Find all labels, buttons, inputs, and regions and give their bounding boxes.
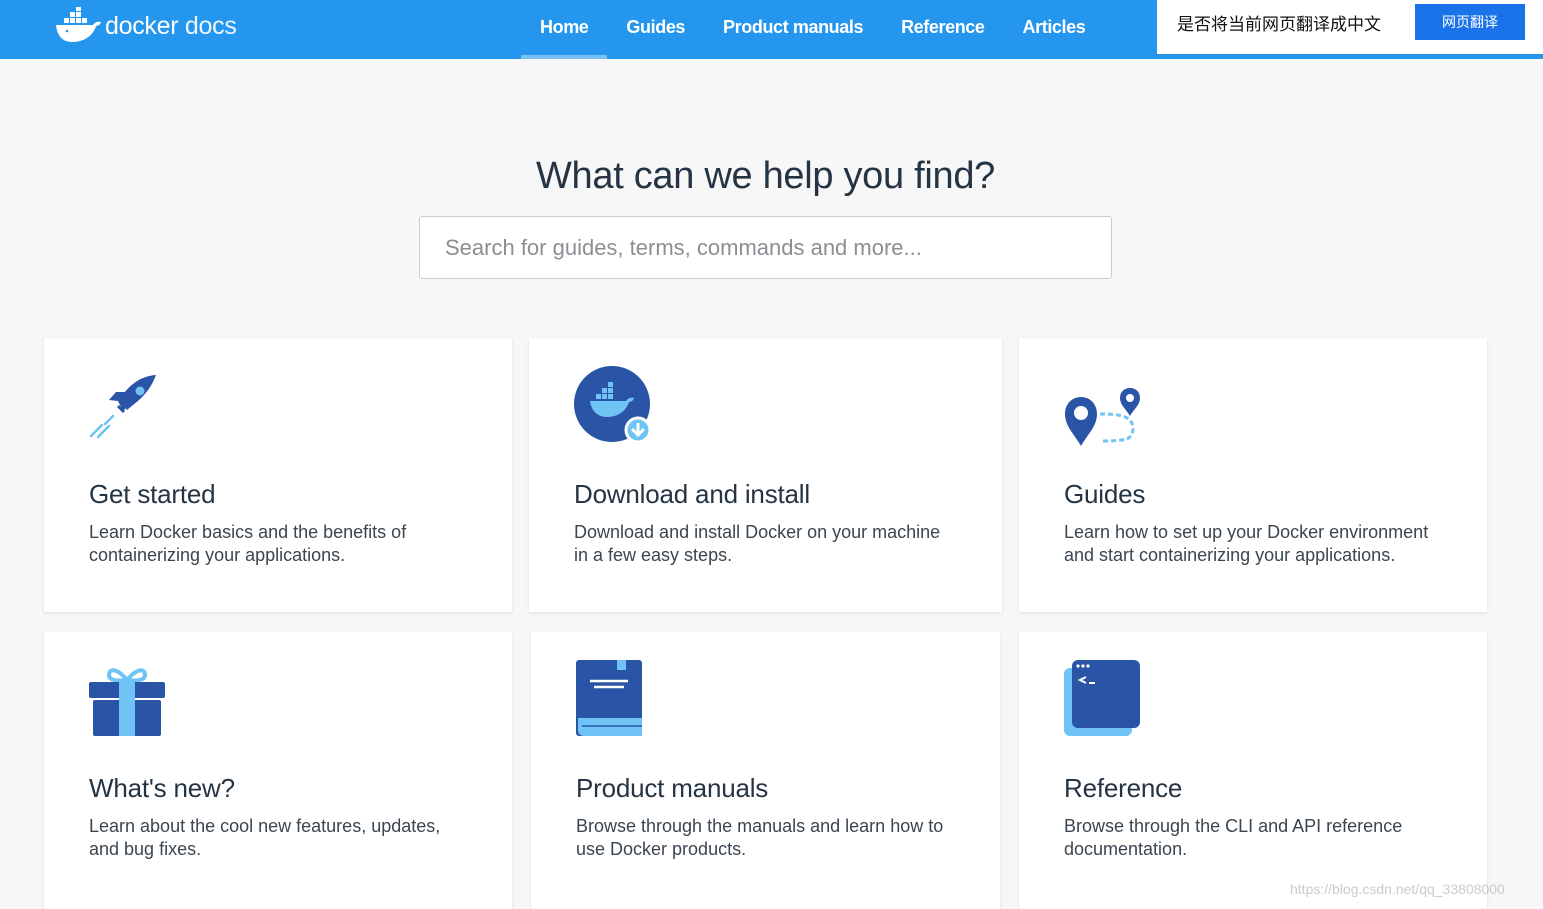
map-route-icon: [1065, 388, 1140, 446]
nav-guides[interactable]: Guides: [607, 0, 704, 59]
card-title: Guides: [1064, 479, 1146, 509]
card-title: Reference: [1064, 773, 1183, 803]
nav-home[interactable]: Home: [521, 0, 608, 59]
translate-button[interactable]: 网页翻译: [1415, 4, 1525, 40]
watermark-text: https://blog.csdn.net/qq_33808000: [1290, 881, 1505, 897]
card-description: Learn Docker basics and the benefits of …: [89, 522, 407, 565]
translate-banner: 是否将当前网页翻译成中文 网页翻译: [1157, 0, 1543, 54]
docker-whale-icon: [56, 7, 101, 42]
rocket-icon: [89, 375, 156, 439]
card-description: Browse through the manuals and learn how…: [576, 816, 944, 859]
card-product-manuals[interactable]: Product manuals Browse through the manua…: [531, 632, 1000, 909]
card-title: Product manuals: [576, 773, 769, 803]
card-guides[interactable]: Guides Learn how to set up your Docker e…: [1019, 338, 1487, 612]
nav-reference[interactable]: Reference: [882, 0, 1003, 59]
hero-title: What can we help you find?: [535, 155, 996, 197]
card-download-install[interactable]: Download and install Download and instal…: [529, 338, 1002, 612]
card-description: Download and install Docker on your mach…: [574, 522, 941, 565]
nav-product-manuals[interactable]: Product manuals: [704, 0, 882, 59]
card-reference[interactable]: Reference Browse through the CLI and API…: [1019, 632, 1487, 909]
card-whats-new[interactable]: What's new? Learn about the cool new fea…: [44, 632, 512, 909]
nav-articles[interactable]: Articles: [1004, 0, 1105, 59]
terminal-icon: [1064, 660, 1140, 736]
card-description: Learn how to set up your Docker environm…: [1064, 522, 1429, 565]
card-title: What's new?: [89, 773, 235, 803]
book-icon: [576, 660, 642, 736]
docker-docs-logo[interactable]: docker docs: [55, 7, 237, 45]
card-description: Browse through the CLI and API reference…: [1064, 816, 1403, 859]
card-title: Get started: [89, 479, 216, 509]
brand-suffix: docs: [184, 12, 237, 40]
translate-prompt: 是否将当前网页翻译成中文: [1177, 15, 1381, 35]
search-input[interactable]: [419, 216, 1112, 279]
docker-download-icon: [574, 366, 652, 444]
card-description: Learn about the cool new features, updat…: [89, 816, 441, 859]
brand-name: docker: [105, 12, 179, 40]
main-nav: Home Guides Product manuals Reference Ar…: [521, 0, 1104, 59]
gift-icon: [89, 668, 165, 736]
card-title: Download and install: [574, 479, 810, 509]
card-get-started[interactable]: Get started Learn Docker basics and the …: [44, 338, 512, 612]
logo-wordmark: docker docs: [105, 7, 237, 45]
top-navigation-bar: docker docs Home Guides Product manuals …: [0, 0, 1543, 59]
